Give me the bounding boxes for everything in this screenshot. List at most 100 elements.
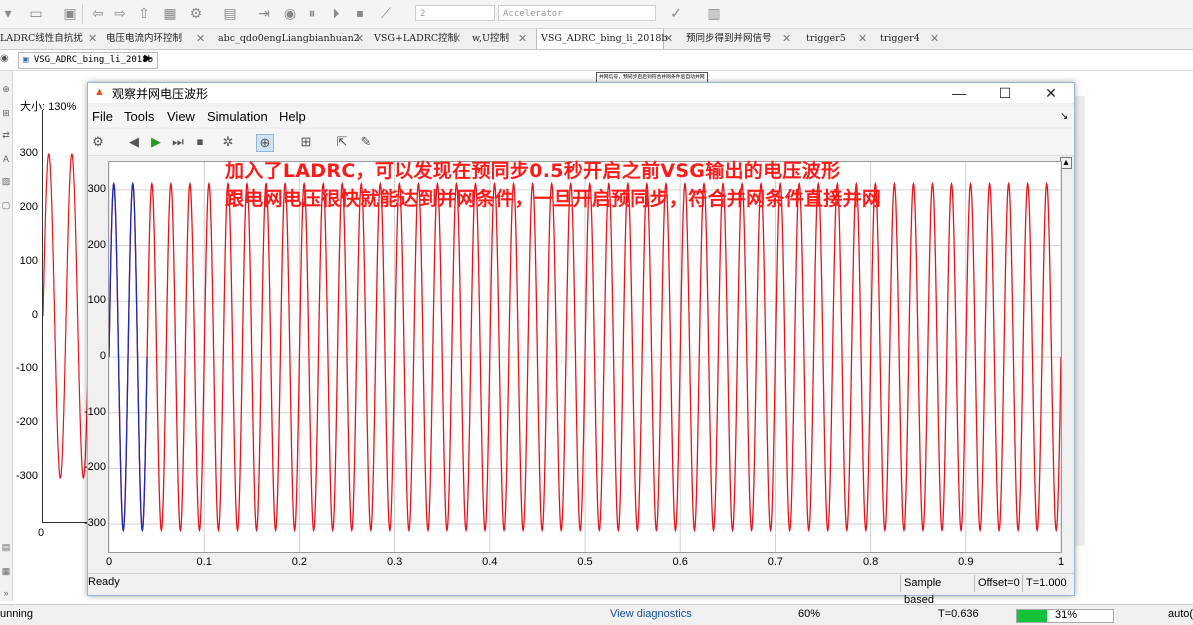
x-tick-label: 0	[105, 556, 113, 568]
y-tick-label: 100	[87, 294, 106, 307]
scope-menubar: File Tools View Simulation Help ↘	[88, 107, 1074, 127]
tab-vsg-ladrc[interactable]: VSG+LADRC控制	[374, 29, 457, 49]
x-tick-label: 0.5	[577, 556, 593, 568]
zoom-icon[interactable]: ⊕	[0, 83, 12, 95]
main-toolbar: ▾ ▭ ▣ ⇦ ⇨ ⇧ ▦ ⚙ ▤ ⇥ ◉ ⏸ ⏵ ⏹ ⟋ 2 Accelera…	[0, 0, 1193, 29]
close-icon[interactable]: ✕	[355, 29, 364, 49]
forward-icon[interactable]: ⇨	[112, 5, 128, 21]
close-window-button[interactable]: ✕	[1036, 83, 1066, 103]
scope-plot[interactable]: 300 200 100 0 -100 -200 -300 0 0.1 0.2 0.3 0.4 0.5 0…	[84, 160, 1064, 568]
scope-status: Ready	[88, 576, 120, 588]
zoom-icon[interactable]: ⊕	[256, 134, 274, 152]
hide-explorer-icon[interactable]: ◉	[0, 53, 9, 64]
stop-icon[interactable]: ⏹	[192, 134, 208, 150]
progress-label: 31%	[1055, 609, 1078, 621]
tab-presync[interactable]: 预同步得到并网信号	[686, 29, 772, 49]
maximize-button[interactable]: ☐	[990, 83, 1020, 103]
close-icon[interactable]: ✕	[88, 29, 97, 49]
tab-abc-qdo[interactable]: abc_qdo0engLiangbianhuan2	[218, 29, 360, 49]
tab-wu-control[interactable]: w,U控制	[472, 29, 509, 49]
gear-icon[interactable]: ⚙	[90, 134, 106, 150]
table-icon[interactable]: ▦	[0, 565, 12, 577]
x-tick-label: 0.1	[196, 556, 212, 568]
step-back-icon[interactable]: ◉	[282, 5, 298, 21]
scope-titlebar[interactable]: ▲ 观察并网电压波形 — ☐ ✕	[88, 83, 1074, 103]
run-icon[interactable]: ▶	[148, 134, 164, 150]
canvas-edge	[1074, 96, 1085, 546]
step-back-icon[interactable]: ◀	[126, 134, 142, 150]
sample-based: Sample based	[900, 575, 972, 606]
x-tick-label: 0.9	[958, 556, 974, 568]
step-forward-icon[interactable]: ⏵	[328, 5, 344, 21]
highlight-icon[interactable]: ✲	[220, 134, 236, 150]
tab-trigger4[interactable]: trigger4	[880, 29, 920, 49]
progress-bar: 31%	[1016, 609, 1114, 623]
close-icon[interactable]: ✕	[782, 29, 791, 49]
y-tick-label: -100	[83, 405, 106, 418]
cursor-icon[interactable]: ⇱	[334, 134, 350, 150]
bg-ytick: 0	[31, 309, 38, 321]
close-icon[interactable]: ✕	[930, 29, 939, 49]
x-tick-label: 1	[1057, 556, 1065, 568]
scope-icon[interactable]: ⟋	[378, 5, 394, 21]
settings-icon[interactable]: ⚙	[188, 5, 204, 21]
x-tick-label: 0.4	[482, 556, 498, 568]
breadcrumb-arrow-icon[interactable]: ▶	[144, 53, 152, 64]
tab-vsg-adrc-model[interactable]: VSG_ADRC_bing_li_2018b	[536, 29, 668, 49]
x-tick-label: 0.8	[862, 556, 879, 568]
matlab-logo-icon: ▲	[94, 86, 105, 98]
layout-icon[interactable]: ▤	[222, 5, 238, 21]
autoscale-icon[interactable]: ⊞	[298, 134, 314, 150]
y-tick-label: 0	[99, 350, 106, 362]
arrow-icon[interactable]: ⇄	[0, 129, 12, 141]
back-icon[interactable]: ⇦	[90, 5, 106, 21]
bg-ytick: -200	[15, 416, 38, 428]
run-icon[interactable]: ▾	[0, 5, 16, 21]
scope-window: ▲ 观察并网电压波形 — ☐ ✕ File Tools View Simulat…	[84, 82, 1075, 606]
tab-ladrc[interactable]: LADRC线性自抗扰	[0, 29, 83, 49]
waveform-chart	[109, 162, 1061, 552]
tab-trigger5[interactable]: trigger5	[806, 29, 846, 49]
close-icon[interactable]: ✕	[518, 29, 527, 49]
library-icon[interactable]: ▦	[162, 5, 178, 21]
view-diagnostics-link[interactable]: View diagnostics	[610, 608, 692, 620]
bg-ytick: 300	[19, 147, 38, 159]
menu-simulation[interactable]: Simulation	[207, 109, 268, 124]
close-icon[interactable]: ✕	[858, 29, 867, 49]
step-icon[interactable]: ⇥	[256, 5, 272, 21]
close-icon[interactable]: ✕	[664, 29, 673, 49]
grid-icon[interactable]: ▥	[706, 5, 722, 21]
time-value: T=1.000	[1022, 575, 1072, 592]
stop-icon[interactable]: ⏹	[352, 5, 368, 21]
open-folder-icon[interactable]: ▭	[28, 5, 44, 21]
menu-file[interactable]: File	[92, 109, 113, 124]
tab-voltage-current-loop[interactable]: 电压电流内环控制	[106, 29, 182, 49]
close-icon[interactable]: ✕	[452, 29, 461, 49]
breadcrumb[interactable]: ▣ VSG_ADRC_bing_li_2018b	[18, 52, 159, 69]
layers-icon[interactable]: ▤	[0, 541, 12, 553]
pause-icon[interactable]: ⏸	[304, 5, 320, 21]
measure-icon[interactable]: ✎	[358, 134, 374, 150]
stop-time-input[interactable]: 2	[415, 5, 495, 21]
up-icon[interactable]: ⇧	[136, 5, 152, 21]
close-icon[interactable]: ✕	[196, 29, 205, 49]
step-forward-icon[interactable]: ⏭	[170, 134, 186, 150]
minimize-button[interactable]: —	[944, 83, 974, 103]
sim-mode-select[interactable]: Accelerator	[498, 5, 656, 21]
scope-toolbar: ⚙ ◀ ▶ ⏭ ⏹ ✲ ⊕ ⊞ ⇱ ✎	[88, 129, 1074, 156]
check-icon[interactable]: ✓	[668, 5, 684, 21]
menu-tools[interactable]: Tools	[124, 109, 154, 124]
image-icon[interactable]: ▨	[0, 175, 12, 187]
bg-ytick: -300	[15, 470, 38, 482]
zoom-status: 60%	[798, 608, 821, 620]
save-icon[interactable]: ▣	[62, 5, 78, 21]
dock-icon[interactable]: ↘	[1060, 111, 1068, 122]
expand-icon[interactable]: »	[0, 587, 12, 599]
menu-view[interactable]: View	[167, 109, 195, 124]
menu-help[interactable]: Help	[279, 109, 306, 124]
bg-xtick: 0	[38, 527, 45, 539]
fit-icon[interactable]: ⊞	[0, 107, 12, 119]
x-tick-label: 0.3	[386, 556, 403, 568]
x-tick-label: 0.2	[291, 556, 308, 568]
bg-ytick: 100	[19, 255, 38, 267]
